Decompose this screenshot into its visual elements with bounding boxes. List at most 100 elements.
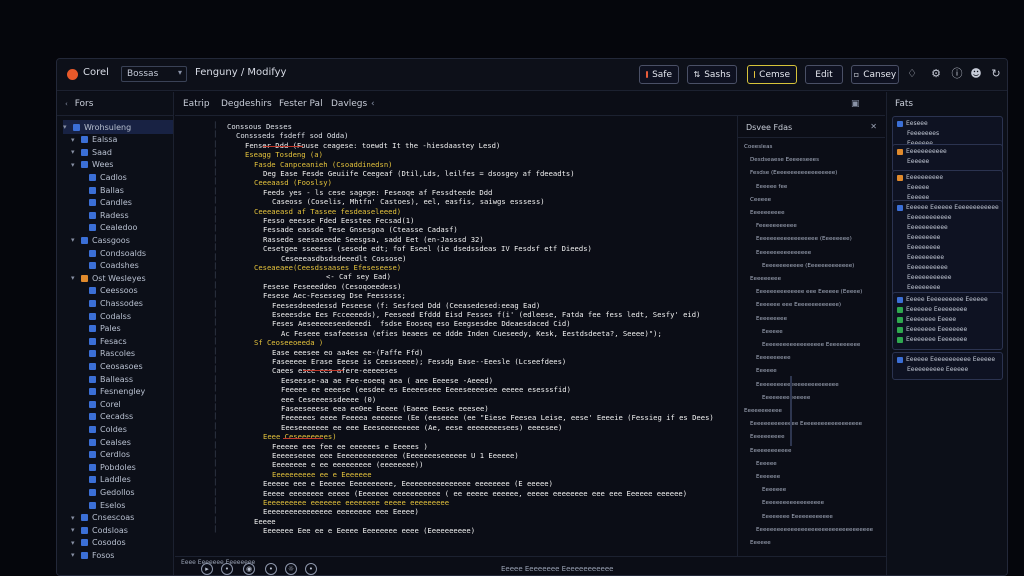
- chevron-right-icon[interactable]: ▾: [71, 539, 77, 547]
- chevron-left-icon[interactable]: ‹: [371, 99, 375, 109]
- file-icon: [89, 249, 96, 257]
- card-row-label: Eeeeee: [907, 158, 930, 165]
- sidebar-item-label: Candles: [100, 198, 132, 208]
- tab-eatrip[interactable]: Eatrip: [183, 99, 210, 109]
- line-number: │: [213, 150, 217, 158]
- globe-icon[interactable]: ☼: [285, 563, 297, 575]
- outline-item[interactable]: Eeeeee: [750, 540, 771, 546]
- code-editor[interactable]: Conssous Desses Conssseds fsdeff sod Odda…: [223, 116, 735, 556]
- outline-item[interactable]: Eeeeeee eee Eeeeeeeeeeeee): [756, 302, 841, 308]
- outline-item[interactable]: Eeeeeeee Eeeeeeeeeeee: [762, 514, 833, 520]
- outline-item[interactable]: Eeeeeeeee: [756, 316, 787, 322]
- chevron-right-icon[interactable]: ▾: [71, 236, 77, 244]
- sidebar-item-label: Fesnengley: [100, 387, 146, 397]
- sidebar-item[interactable]: ▾ Fosos: [71, 548, 173, 562]
- outline-item[interactable]: Eeeeeeeeeeeeeeeeee: [762, 500, 824, 506]
- chevron-right-icon[interactable]: ▾: [71, 514, 77, 522]
- file-explorer-header: ‹ Fors: [57, 92, 173, 116]
- outline-item[interactable]: Feeeeeeeeeee: [756, 223, 797, 229]
- card-row-label: Eeeee Eeeeeeeeee Eeeeee: [906, 296, 988, 303]
- outline-item[interactable]: Eeeeeeeeeeeeeeeeee Eeeeeeeeee: [762, 342, 860, 348]
- compile-button[interactable]: Cemse: [747, 65, 797, 84]
- close-icon[interactable]: ✕: [870, 122, 877, 131]
- info-card[interactable]: Eeeeee Eeeeee Eeeeeeeeeeee Eeeeeeeeeeee Ee…: [892, 200, 1003, 298]
- pin-icon[interactable]: •: [265, 563, 277, 575]
- outline-item[interactable]: Eeeeeeeeeeeeeeeeee (Eeeeeeee): [756, 236, 852, 242]
- bell-icon[interactable]: ♢: [905, 67, 919, 81]
- outline-item[interactable]: Eeeeeeeeeeeeeeee: [756, 250, 811, 256]
- outline-item[interactable]: Eeeeeeeeeeeeee eee Eeeeee (Eeeee): [756, 289, 862, 295]
- card-row: Eeeeeeeeeee: [907, 224, 948, 231]
- save-button[interactable]: Safe: [639, 65, 679, 84]
- tab-fester-pal[interactable]: Fester Pal: [279, 99, 323, 109]
- code-line: Eeeeee eee e Eeeeee Eeeeeeeeee, Eeeeeeee…: [263, 479, 553, 489]
- outline-item[interactable]: Eeeeee: [762, 329, 783, 335]
- card-row: Eeeeee: [907, 158, 929, 165]
- outline-header: Dsvee Fdas ✕: [738, 116, 885, 138]
- sidebar-item-label: Pales: [100, 324, 121, 334]
- panel-toggle-icon[interactable]: ▣: [851, 99, 860, 109]
- outline-item[interactable]: Desdseaese Eeeeeseees: [750, 157, 819, 163]
- status-dot-icon: [897, 336, 903, 343]
- outline-item[interactable]: Eeeeeeeeee: [750, 434, 785, 440]
- outline-scrollbar[interactable]: [790, 376, 792, 446]
- play-icon[interactable]: ▸: [201, 563, 213, 575]
- line-number: │: [213, 507, 217, 515]
- chevron-down-icon: ▾: [177, 68, 182, 77]
- code-line: Eeeeeeeeee ee e Eeeeeee: [272, 469, 372, 479]
- outline-item[interactable]: Fesdse (Eeeeeeeeeeeeeeeeee): [750, 170, 837, 176]
- edit-button[interactable]: Edit: [805, 65, 843, 84]
- outline-item[interactable]: Eeeeee: [756, 461, 777, 467]
- file-icon: [81, 551, 88, 559]
- chat-icon[interactable]: •: [221, 563, 233, 575]
- outline-item[interactable]: Eeeeeeeee: [750, 276, 781, 282]
- info-card[interactable]: Eeeeeeeeeee Eeeeee: [892, 144, 1003, 172]
- outline-item[interactable]: Eeeeeeeeee: [750, 210, 785, 216]
- tab-degdeshirs[interactable]: Degdeshirs: [221, 99, 272, 109]
- outline-item[interactable]: Coeesleas: [744, 144, 772, 150]
- outline-item[interactable]: Ceeeee: [750, 197, 771, 203]
- outline-item[interactable]: Eeeeeeeeeeeeeeeeeeeeeeee: [756, 382, 839, 388]
- outline-item[interactable]: Eeeeeeeeeeeeee: [762, 395, 810, 401]
- info-card[interactable]: Eeeee Eeeeeeeeee Eeeeee Eeeeeee Eeeeeeeee…: [892, 292, 1003, 350]
- outline-item[interactable]: Eeeeeeeeeeeeee Eeeeeeeeeeeeeeeeee: [750, 421, 862, 427]
- collapse-icon[interactable]: ‹: [65, 100, 68, 108]
- chevron-right-icon[interactable]: ▾: [71, 526, 77, 534]
- outline-item[interactable]: Eeeeeee: [756, 474, 780, 480]
- file-icon: [89, 350, 96, 358]
- line-number: │: [213, 131, 217, 139]
- outline-item[interactable]: Eeeeee: [756, 368, 777, 374]
- workspace-select[interactable]: Bossas ▾: [121, 66, 187, 82]
- outline-item[interactable]: Eeeeee fee: [756, 184, 787, 190]
- outline-item[interactable]: Eeeeeeeeee: [756, 355, 791, 361]
- share-button[interactable]: ⇅ Sashs: [687, 65, 737, 84]
- settings-icon[interactable]: ⚙: [929, 67, 943, 81]
- outline-item[interactable]: Eeeeeeeeeeeeeeeeeeeeeeeeeeeeeeeeee: [756, 527, 873, 533]
- info-card[interactable]: Eeeeee Eeeeeeeeeee Eeeeee Eeeeeeeeee Eeee…: [892, 352, 1003, 380]
- outline-item[interactable]: Eeeeeeeeeee: [744, 408, 782, 414]
- chevron-right-icon[interactable]: ▾: [71, 161, 77, 169]
- cancel-button[interactable]: ▫ Cansey: [851, 65, 899, 84]
- chevron-right-icon[interactable]: ▾: [71, 148, 77, 156]
- file-icon: [89, 337, 96, 345]
- chevron-right-icon[interactable]: ▾: [71, 274, 77, 282]
- account-icon[interactable]: ☻: [969, 67, 983, 81]
- outline-item[interactable]: Eeeeeee: [762, 487, 786, 493]
- chevron-right-icon[interactable]: ▾: [71, 136, 77, 144]
- refresh-icon[interactable]: ↻: [989, 67, 1003, 81]
- sidebar-item-label: Corel: [100, 399, 121, 409]
- code-line: Eeeeeeee e ee eeeeeeeee (eeeeeeee)): [272, 460, 424, 470]
- card-row-label: Eeseee: [906, 120, 928, 127]
- chevron-right-icon[interactable]: ▾: [63, 123, 69, 131]
- card-row-label: Eeeeeeee Eeeee: [906, 316, 957, 323]
- camera-icon[interactable]: ◉: [243, 563, 255, 575]
- line-number: │: [213, 310, 217, 317]
- card-row: Eeeeeeeeee Eeeeee: [907, 366, 968, 373]
- tab-davlegs[interactable]: Davlegs: [331, 99, 367, 109]
- chevron-right-icon[interactable]: ▾: [71, 551, 77, 559]
- help-icon[interactable]: ⓘ: [950, 67, 964, 81]
- status-dot-icon: [897, 204, 903, 211]
- outline-item[interactable]: Eeeeeeeeeeee (Eeeeeeeeeeeee): [762, 263, 854, 269]
- message-icon[interactable]: •: [305, 563, 317, 575]
- outline-item[interactable]: Eeeeeeeeeeee: [750, 448, 791, 454]
